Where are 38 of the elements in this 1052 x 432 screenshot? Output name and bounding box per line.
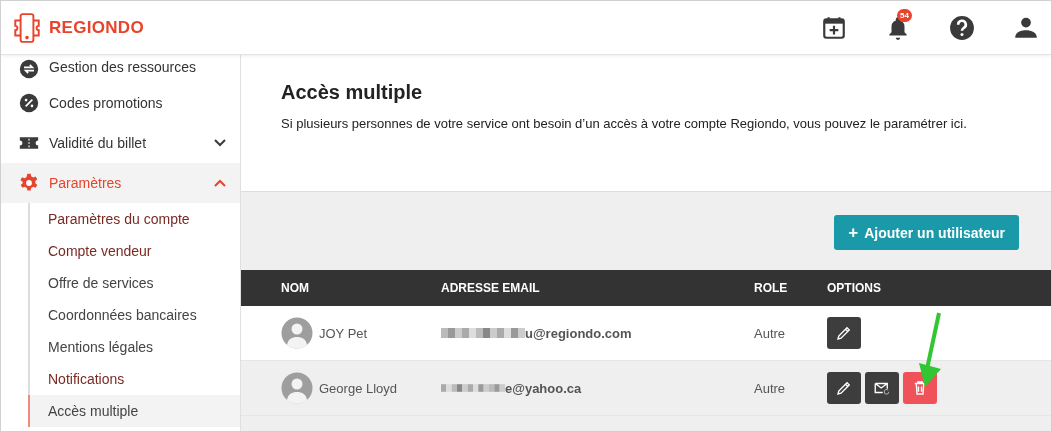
user-role: Autre xyxy=(754,380,787,396)
column-header: ADRESSE EMAIL xyxy=(441,281,541,295)
submenu-item[interactable]: Accès multiple xyxy=(28,395,240,427)
resend-email-button[interactable] xyxy=(865,372,899,404)
submenu-item[interactable]: Compte vendeur xyxy=(28,235,240,267)
submenu-item[interactable]: Coordonnées bancaires xyxy=(28,299,240,331)
edit-button[interactable] xyxy=(827,317,861,349)
email-address: u@regiondo.com xyxy=(525,325,632,341)
page-description: Si plusieurs personnes de votre service ont besoin d’un accès à votre compte Regiondo, vous pouvez le paramétrer ici. xyxy=(281,115,968,133)
pencil-icon xyxy=(835,379,853,397)
column-header: ROLE xyxy=(754,281,789,295)
user-role: Autre xyxy=(754,325,787,341)
submenu-item[interactable]: Mentions légales xyxy=(28,331,240,363)
avatar-icon xyxy=(281,372,313,404)
column-header: OPTIONS xyxy=(827,281,881,295)
email-address: e@yahoo.ca xyxy=(505,380,582,396)
nav-item[interactable]: Gestion des ressources xyxy=(1,55,240,83)
logo-icon xyxy=(11,11,43,44)
user-name: JOY Pet xyxy=(319,325,368,341)
help-icon[interactable] xyxy=(949,14,975,41)
user-name: George Lloyd xyxy=(319,380,398,396)
swap-arrows-icon xyxy=(19,59,39,79)
nav-item[interactable]: Validité du billet xyxy=(1,123,240,163)
submenu-item[interactable]: Paramètres du compte xyxy=(28,203,240,235)
percent-icon xyxy=(19,93,39,113)
edit-button[interactable] xyxy=(827,372,861,404)
submenu-item[interactable]: Notifications xyxy=(28,363,240,395)
page-title: Accès multiple xyxy=(281,81,424,104)
gear-icon xyxy=(19,173,39,193)
nav-item[interactable]: Paramètres xyxy=(1,163,240,203)
submenu-item[interactable]: Offre de services xyxy=(28,267,240,299)
notification-badge: 54 xyxy=(897,8,912,22)
avatar-icon xyxy=(281,317,313,349)
nav-item[interactable]: Codes promotions xyxy=(1,83,240,123)
brand-name: REGIONDO xyxy=(49,17,144,38)
column-header: NOM xyxy=(280,281,310,295)
pencil-icon xyxy=(835,324,853,342)
calendar-add-icon[interactable] xyxy=(821,14,847,41)
